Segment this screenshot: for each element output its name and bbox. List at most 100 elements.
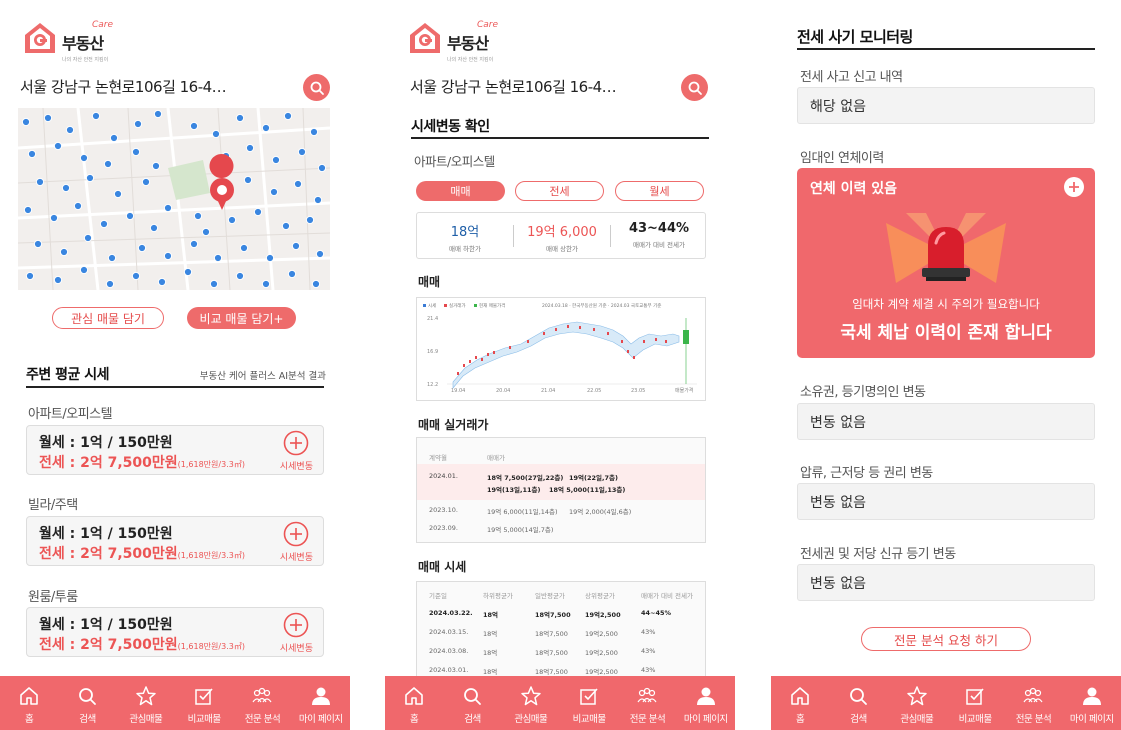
listing-marker[interactable] bbox=[293, 179, 303, 189]
listing-marker[interactable] bbox=[283, 111, 293, 121]
market-row[interactable]: 2024.03.08. 18억 18억7,500 19억2,500 43% bbox=[417, 647, 705, 661]
nav-mypage[interactable]: 마이 페이지 bbox=[293, 684, 349, 725]
listing-marker[interactable] bbox=[281, 221, 291, 231]
nav-interest[interactable]: 관심매물 bbox=[503, 684, 559, 725]
listing-marker[interactable] bbox=[125, 211, 135, 221]
add-interest-button[interactable]: 관심 매물 담기 bbox=[52, 307, 164, 329]
tab-sale[interactable]: 매매 bbox=[416, 181, 505, 201]
listing-marker[interactable] bbox=[243, 175, 253, 185]
listing-marker[interactable] bbox=[99, 219, 109, 229]
nav-home[interactable]: 홈 bbox=[1, 684, 57, 725]
listing-marker[interactable] bbox=[33, 239, 43, 249]
listing-marker[interactable] bbox=[105, 279, 115, 289]
arrears-alert-card[interactable]: 연체 이력 있음 임대차 계약 체결 시 주의가 필요합니다 국세 체납 이력이… bbox=[797, 168, 1095, 358]
listing-marker[interactable] bbox=[23, 205, 33, 215]
nav-search[interactable]: 검색 bbox=[830, 684, 886, 725]
deal-row[interactable]: 2023.10. 19억 6,000(11일,14층) 19억 2,000(4일… bbox=[417, 500, 705, 520]
listing-marker[interactable] bbox=[253, 207, 263, 217]
market-row[interactable]: 2024.03.22. 18억 18억7,500 19억2,500 44~45% bbox=[417, 609, 705, 623]
listing-marker[interactable] bbox=[85, 173, 95, 183]
listing-marker[interactable] bbox=[113, 189, 123, 199]
nav-home[interactable]: 홈 bbox=[386, 684, 442, 725]
listing-marker[interactable] bbox=[313, 195, 323, 205]
price-chart-svg[interactable]: 시세 실거래가 현재 매물가격 2024.03.18 · 한국부동산원 기준 ·… bbox=[417, 298, 707, 402]
map-canvas[interactable] bbox=[18, 108, 330, 290]
nav-interest[interactable]: 관심매물 bbox=[889, 684, 945, 725]
listing-marker[interactable] bbox=[25, 271, 35, 281]
tab-jeonse[interactable]: 전세 bbox=[515, 181, 604, 201]
listing-marker[interactable] bbox=[245, 143, 255, 153]
listing-marker[interactable] bbox=[137, 243, 147, 253]
listing-marker[interactable] bbox=[53, 141, 63, 151]
nav-interest[interactable]: 관심매물 bbox=[118, 684, 174, 725]
listing-marker[interactable] bbox=[21, 117, 31, 127]
listing-marker[interactable] bbox=[79, 153, 89, 163]
listing-marker[interactable] bbox=[163, 251, 173, 261]
deal-row[interactable]: 2023.09. 19억 5,000(14일,7층) bbox=[417, 520, 705, 540]
price-chart[interactable]: 시세 실거래가 현재 매물가격 2024.03.18 · 한국부동산원 기준 ·… bbox=[416, 297, 706, 401]
listing-marker[interactable] bbox=[189, 121, 199, 131]
listing-marker[interactable] bbox=[317, 163, 327, 173]
add-compare-button[interactable]: 비교 매물 담기+ bbox=[187, 307, 296, 329]
listing-marker[interactable] bbox=[209, 279, 219, 289]
listing-marker[interactable] bbox=[49, 213, 59, 223]
market-row[interactable]: 2024.03.15. 18억 18억7,500 19억2,500 43% bbox=[417, 628, 705, 642]
nav-compare[interactable]: 비교매물 bbox=[176, 684, 232, 725]
nav-compare[interactable]: 비교매물 bbox=[561, 684, 617, 725]
listing-marker[interactable] bbox=[153, 109, 163, 119]
listing-marker[interactable] bbox=[189, 239, 199, 249]
listing-marker[interactable] bbox=[309, 127, 319, 137]
price-change-link[interactable]: 시세변동 bbox=[280, 641, 313, 654]
plus-circle-icon[interactable] bbox=[283, 430, 309, 456]
listing-marker[interactable] bbox=[305, 215, 315, 225]
search-button[interactable] bbox=[303, 74, 330, 101]
plus-circle-icon[interactable] bbox=[283, 612, 309, 638]
listing-marker[interactable] bbox=[193, 211, 203, 221]
listing-marker[interactable] bbox=[211, 129, 221, 139]
listing-marker[interactable] bbox=[103, 159, 113, 169]
listing-marker[interactable] bbox=[61, 183, 71, 193]
listing-marker[interactable] bbox=[107, 253, 117, 263]
tab-monthly[interactable]: 월세 bbox=[615, 181, 704, 201]
listing-marker[interactable] bbox=[315, 249, 325, 259]
listing-marker[interactable] bbox=[287, 269, 297, 279]
deal-row[interactable]: 2024.01. 18억 7,500(27일,22층) 19억(22일,7층) … bbox=[417, 464, 705, 500]
listing-marker[interactable] bbox=[35, 177, 45, 187]
price-change-link[interactable]: 시세변동 bbox=[280, 459, 313, 472]
nav-search[interactable]: 검색 bbox=[444, 684, 500, 725]
listing-marker[interactable] bbox=[239, 243, 249, 253]
listing-marker[interactable] bbox=[201, 227, 211, 237]
nav-search[interactable]: 검색 bbox=[59, 684, 115, 725]
listing-marker[interactable] bbox=[235, 113, 245, 123]
plus-circle-icon[interactable] bbox=[283, 521, 309, 547]
nav-expert[interactable]: 전문 분석 bbox=[619, 684, 675, 725]
listing-marker[interactable] bbox=[291, 241, 301, 251]
listing-marker[interactable] bbox=[91, 111, 101, 121]
nav-home[interactable]: 홈 bbox=[772, 684, 828, 725]
nav-expert[interactable]: 전문 분석 bbox=[1005, 684, 1061, 725]
listing-marker[interactable] bbox=[151, 161, 161, 171]
brand-logo[interactable]: Care 부동산 나의 자산 안전 지킴이 bbox=[407, 20, 498, 63]
nav-mypage[interactable]: 마이 페이지 bbox=[1064, 684, 1120, 725]
listing-marker[interactable] bbox=[269, 187, 279, 197]
plus-circle-icon[interactable] bbox=[1063, 176, 1085, 198]
listing-marker[interactable] bbox=[79, 265, 89, 275]
listing-marker[interactable] bbox=[183, 267, 193, 277]
listing-marker[interactable] bbox=[133, 119, 143, 129]
search-button[interactable] bbox=[681, 74, 708, 101]
listing-marker[interactable] bbox=[235, 271, 245, 281]
listing-marker[interactable] bbox=[271, 155, 281, 165]
listing-marker[interactable] bbox=[109, 133, 119, 143]
listing-marker[interactable] bbox=[265, 253, 275, 263]
nav-compare[interactable]: 비교매물 bbox=[947, 684, 1003, 725]
listing-marker[interactable] bbox=[73, 201, 83, 211]
property-map[interactable] bbox=[18, 108, 330, 290]
listing-marker[interactable] bbox=[59, 247, 69, 257]
nav-expert[interactable]: 전문 분석 bbox=[234, 684, 290, 725]
listing-marker[interactable] bbox=[43, 113, 53, 123]
listing-marker[interactable] bbox=[261, 279, 271, 289]
listing-marker[interactable] bbox=[261, 123, 271, 133]
listing-marker[interactable] bbox=[149, 223, 159, 233]
listing-marker[interactable] bbox=[141, 177, 151, 187]
price-change-link[interactable]: 시세변동 bbox=[280, 550, 313, 563]
